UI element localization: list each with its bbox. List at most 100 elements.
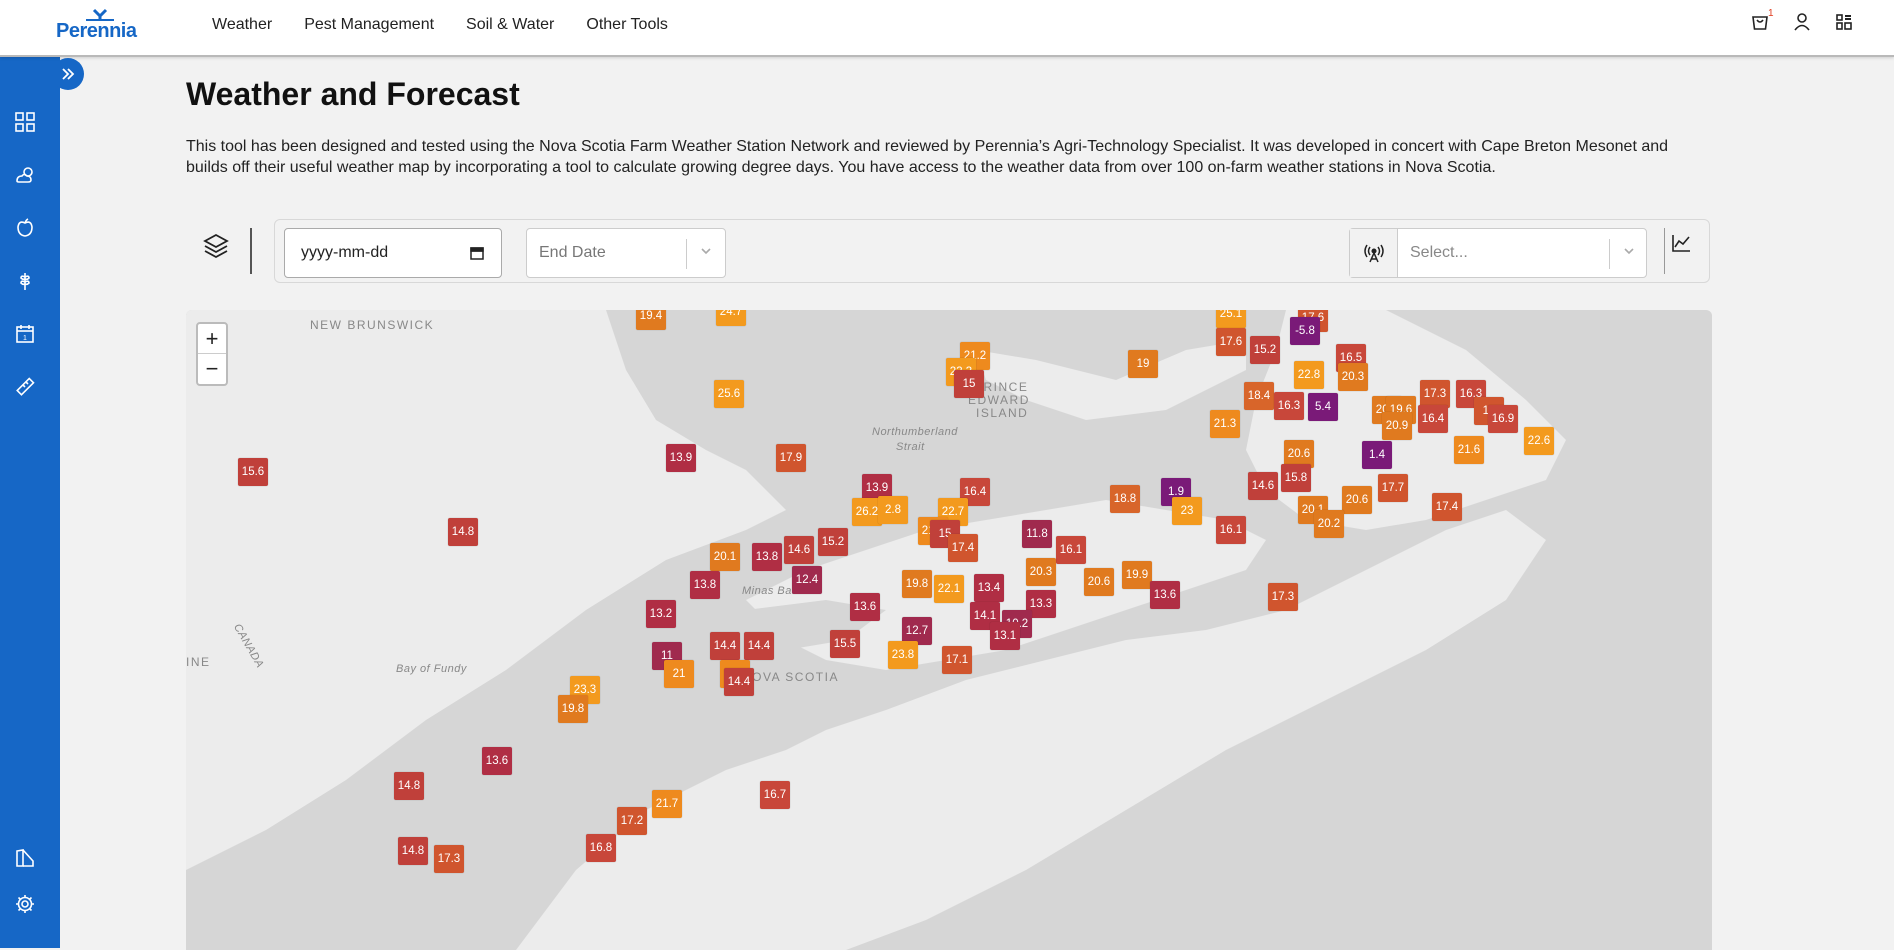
station-marker[interactable]: 16.7 [760,781,790,809]
station-marker[interactable]: 17.4 [1432,493,1462,521]
station-marker[interactable]: 16.1 [1056,536,1086,564]
station-marker[interactable]: 19.4 [636,310,666,330]
station-marker[interactable]: 20.6 [1342,486,1372,514]
station-marker[interactable]: 22.8 [1294,361,1324,389]
station-marker[interactable]: 14.4 [724,668,754,696]
station-marker[interactable]: 20.9 [1382,412,1412,440]
station-marker[interactable]: 19 [1128,350,1158,378]
calendar-icon[interactable]: 1 [12,321,38,347]
station-marker[interactable]: 16.9 [1488,405,1518,433]
station-marker[interactable]: 13.4 [974,574,1004,602]
station-marker[interactable]: 16.4 [1418,405,1448,433]
station-marker[interactable]: 17.7 [1378,474,1408,502]
apple-icon[interactable] [12,215,38,241]
station-marker[interactable]: 14.4 [744,632,774,660]
station-marker[interactable]: 17.4 [948,534,978,562]
wheat-icon[interactable] [12,268,38,294]
station-marker[interactable]: 20.6 [1084,568,1114,596]
station-marker[interactable]: 14.6 [784,536,814,564]
ruler-icon[interactable] [12,374,38,400]
station-placeholder: Select... [1410,244,1468,261]
station-marker[interactable]: -5.8 [1290,317,1320,345]
weather-map[interactable]: + − NEW BRUNSWICK PRINCE EDWARD ISLAND North… [186,310,1712,950]
user-icon[interactable] [1792,12,1812,34]
station-marker[interactable]: 23 [1172,497,1202,525]
station-marker[interactable]: 23.8 [888,641,918,669]
station-marker[interactable]: 21.6 [1454,436,1484,464]
station-marker[interactable]: 15.5 [830,630,860,658]
station-marker[interactable]: 2.8 [878,496,908,524]
nav-soil-water[interactable]: Soil & Water [466,16,554,34]
station-marker[interactable]: 1.4 [1362,441,1392,469]
nav-other-tools[interactable]: Other Tools [586,16,668,34]
zoom-out-button[interactable]: − [198,354,226,384]
cart-icon[interactable]: 1 [1750,8,1774,34]
station-marker[interactable]: 14.8 [398,837,428,865]
station-marker[interactable]: 16.3 [1274,392,1304,420]
station-marker[interactable]: 20.3 [1338,363,1368,391]
station-marker[interactable]: 17.6 [1216,328,1246,356]
station-marker[interactable]: 11.8 [1022,520,1052,548]
station-marker[interactable]: 12.4 [792,566,822,594]
station-marker[interactable]: 13.8 [690,571,720,599]
place-label: Bay of Fundy [396,663,467,675]
station-marker[interactable]: 25.1 [1216,310,1246,328]
station-marker[interactable]: 15.6 [238,458,268,486]
station-marker[interactable]: 22.1 [934,575,964,603]
station-marker[interactable]: 5.4 [1308,393,1338,421]
nav-pest-management[interactable]: Pest Management [304,16,434,34]
station-marker[interactable]: 17.3 [1268,583,1298,611]
station-marker[interactable]: 22.6 [1524,427,1554,455]
perennia-logo[interactable]: Perennia [56,8,137,48]
station-marker[interactable]: 15 [954,370,984,398]
station-marker[interactable]: 17.9 [776,444,806,472]
station-marker[interactable]: 13.6 [482,747,512,775]
station-marker[interactable]: 16.1 [1216,516,1246,544]
station-marker[interactable]: 15.2 [818,528,848,556]
nav-weather[interactable]: Weather [212,16,272,34]
station-marker[interactable]: 18.8 [1110,485,1140,513]
station-marker[interactable]: 14.4 [710,632,740,660]
station-marker[interactable]: 17.1 [942,646,972,674]
end-date-select[interactable]: End Date [526,228,726,278]
sidebar-expand-button[interactable] [52,58,84,90]
station-marker[interactable]: 24.7 [716,310,746,326]
station-marker[interactable]: 14.8 [448,518,478,546]
line-chart-icon[interactable] [1670,232,1696,258]
station-marker[interactable]: 13.2 [646,600,676,628]
zoom-in-button[interactable]: + [198,324,226,354]
station-marker[interactable]: 20.3 [1026,558,1056,586]
station-marker[interactable]: 20.1 [710,543,740,571]
map-legend-icon[interactable] [12,845,38,871]
station-marker[interactable]: 19.9 [1122,561,1152,589]
station-marker[interactable]: 17.2 [617,807,647,835]
station-marker[interactable]: 13.6 [850,593,880,621]
station-marker[interactable]: 13.8 [752,543,782,571]
apps-icon[interactable] [1834,12,1854,34]
start-date-input[interactable]: yyyy-mm-dd [284,228,502,278]
station-marker[interactable]: 15.2 [1250,336,1280,364]
station-marker[interactable]: 15.8 [1281,464,1311,492]
station-marker[interactable]: 13.9 [666,444,696,472]
station-marker[interactable]: 17.3 [1420,380,1450,408]
station-marker[interactable]: 14.6 [1248,472,1278,500]
weather-icon[interactable] [12,162,38,188]
station-marker[interactable]: 16.8 [586,834,616,862]
calendar-picker-icon[interactable] [469,245,485,261]
station-marker[interactable]: 13.6 [1150,581,1180,609]
station-marker[interactable]: 19.8 [558,695,588,723]
station-marker[interactable]: 13.1 [990,622,1020,650]
station-marker[interactable]: 21.3 [1210,410,1240,438]
dashboard-icon[interactable] [12,109,38,135]
station-marker[interactable]: 17.3 [434,845,464,873]
station-marker[interactable]: 19.8 [902,570,932,598]
station-marker[interactable]: 20.2 [1314,510,1344,538]
station-marker[interactable]: 25.6 [714,380,744,408]
station-marker[interactable]: 21.7 [652,790,682,818]
station-marker[interactable]: 21 [664,660,694,688]
gear-icon[interactable] [12,891,38,917]
station-marker[interactable]: 18.4 [1244,382,1274,410]
station-marker[interactable]: 14.8 [394,772,424,800]
layers-icon[interactable] [202,232,230,260]
station-select[interactable]: Select... [1349,228,1647,278]
